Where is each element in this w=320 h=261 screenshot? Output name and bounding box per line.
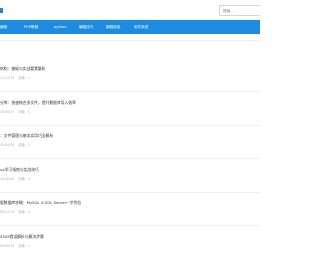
article-divider [0, 158, 260, 159]
nav-item-coding-experience[interactable]: 编程经验 [106, 20, 120, 34]
article-meta: 09:09:45 阅读：1 [0, 243, 30, 248]
nav-item-python[interactable]: python [54, 20, 67, 34]
article-views: 阅读：1 [18, 110, 30, 114]
nav-item-software-systems[interactable]: 软件系统 [134, 20, 148, 34]
article-date: 09:21:15 [0, 210, 15, 214]
article-date: 10:26:00 [0, 177, 15, 181]
article-title[interactable]: 分库：快速梳合多文件，提升数据库导入效率 [0, 100, 76, 106]
content-top-divider [0, 40, 260, 41]
article-title[interactable]: 5505错误解析与解决步骤 [0, 234, 44, 240]
article-item[interactable]: 5505错误解析与解决步骤 09:09:45 阅读：1 [0, 234, 260, 261]
article-item[interactable]: 结构：基础与实战要素解析 11:17:33 阅读：1 [0, 66, 260, 99]
article-views: 阅读：2 [18, 177, 30, 181]
site-header [0, 0, 260, 20]
article-meta: 10:00:57 阅读：1 [0, 109, 30, 114]
article-item[interactable]: ：文件管理与基本实用巧全解析 10:44:55 阅读：1 [0, 133, 260, 166]
nav-item-php-tutorial[interactable]: PHP教程 [24, 20, 38, 34]
article-divider [0, 225, 260, 226]
article-meta: 11:17:33 阅读：1 [0, 75, 30, 80]
article-date: 09:09:45 [0, 244, 15, 248]
site-logo[interactable] [0, 8, 3, 13]
nav-item-coding-tips[interactable]: 编程技巧 [79, 20, 93, 34]
article-item[interactable]: 版数据库攻略：MySQL & SQL Server一步到位 09:21:15 阅读… [0, 200, 260, 233]
search-input[interactable] [219, 5, 260, 16]
article-title[interactable]: ux学习指南与实战技巧 [0, 167, 39, 173]
article-title[interactable]: 结构：基础与实战要素解析 [0, 66, 46, 72]
article-divider [0, 125, 260, 126]
article-views: 阅读：2 [18, 210, 30, 214]
article-title[interactable]: 版数据库攻略：MySQL & SQL Server一步到位 [0, 200, 81, 206]
article-item[interactable]: 分库：快速梳合多文件，提升数据库导入效率 10:00:57 阅读：1 [0, 100, 260, 133]
article-meta: 09:21:15 阅读：2 [0, 209, 30, 214]
article-divider [0, 91, 260, 92]
article-views: 阅读：1 [18, 244, 30, 248]
main-nav: 编程 PHP教程 python 编程技巧 编程经验 软件系统 [0, 20, 260, 34]
article-date: 10:00:57 [0, 110, 15, 114]
article-meta: 10:26:00 阅读：2 [0, 176, 30, 181]
article-meta: 10:44:55 阅读：1 [0, 142, 30, 147]
article-views: 阅读：1 [18, 76, 30, 80]
article-views: 阅读：1 [18, 143, 30, 147]
article-item[interactable]: ux学习指南与实战技巧 10:26:00 阅读：2 [0, 167, 260, 200]
article-date: 10:44:55 [0, 143, 15, 147]
nav-item-programming[interactable]: 编程 [0, 20, 7, 34]
article-date: 11:17:33 [0, 76, 15, 80]
article-title[interactable]: ：文件管理与基本实用巧全解析 [0, 133, 53, 139]
article-divider [0, 192, 260, 193]
